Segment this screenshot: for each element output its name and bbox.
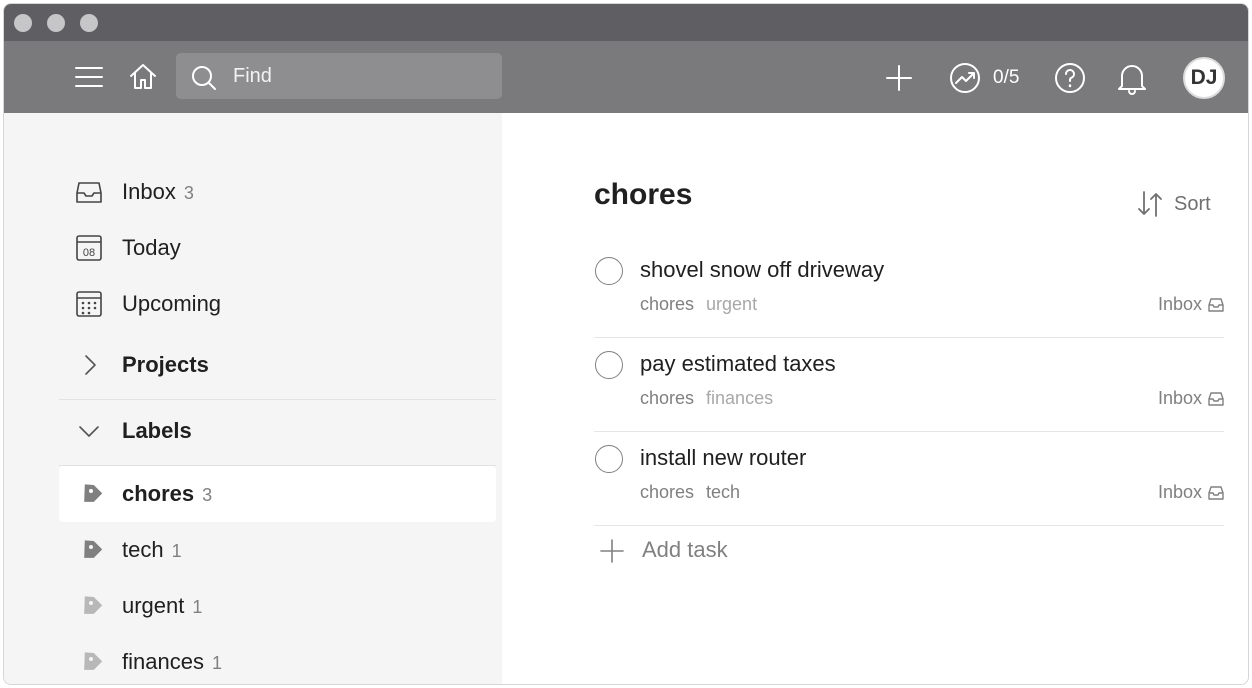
task-label[interactable]: chores — [640, 388, 694, 408]
sidebar-item-label-tech[interactable]: tech 1 — [59, 522, 496, 578]
sidebar-item-label: Today — [122, 235, 181, 260]
sidebar-item-count: 1 — [171, 541, 182, 561]
task-checkbox[interactable] — [595, 257, 623, 285]
task-label[interactable]: chores — [640, 294, 694, 314]
top-bar: Find 0/5 DJ — [4, 41, 1248, 113]
zoom-window-button[interactable] — [80, 14, 98, 32]
sidebar: Inbox 3 08 Today Upcoming Projects Labels… — [4, 113, 502, 684]
home-icon[interactable] — [127, 61, 159, 93]
label-tag-icon — [84, 540, 103, 558]
sidebar-item-count: 3 — [183, 183, 194, 203]
menu-icon[interactable] — [74, 63, 104, 91]
inbox-icon — [1208, 391, 1224, 406]
sidebar-section-projects[interactable]: Projects — [59, 337, 496, 393]
task-labels: chores tech — [640, 482, 752, 503]
inbox-icon — [1208, 485, 1224, 500]
minimize-window-button[interactable] — [47, 14, 65, 32]
sidebar-item-label: finances — [122, 649, 204, 674]
productivity-count[interactable]: 0/5 — [993, 67, 1019, 89]
task-content[interactable]: install new router — [640, 445, 806, 471]
productivity-icon[interactable] — [948, 61, 982, 95]
sidebar-item-upcoming[interactable]: Upcoming — [59, 276, 496, 332]
task-content[interactable]: shovel snow off driveway — [640, 257, 884, 283]
notifications-icon[interactable] — [1115, 60, 1149, 96]
sidebar-item-count: 1 — [211, 653, 222, 673]
label-tag-icon — [84, 596, 103, 614]
sidebar-item-label-finances[interactable]: finances 1 — [59, 634, 496, 684]
task-project[interactable]: Inbox — [1158, 482, 1224, 503]
task-labels: chores finances — [640, 388, 785, 409]
task-project[interactable]: Inbox — [1158, 388, 1224, 409]
task-checkbox[interactable] — [595, 445, 623, 473]
task-label[interactable]: chores — [640, 482, 694, 502]
search-icon — [192, 66, 216, 90]
sidebar-item-label: urgent — [122, 593, 185, 618]
plus-icon — [600, 539, 624, 563]
search-placeholder: Find — [233, 65, 272, 87]
task-project-label: Inbox — [1157, 388, 1202, 408]
task-labels: chores urgent — [640, 294, 769, 315]
inbox-icon — [76, 182, 102, 203]
task-project-label: Inbox — [1157, 482, 1202, 502]
calendar-today-icon: 08 — [76, 235, 102, 261]
sidebar-item-today[interactable]: 08 Today — [59, 220, 496, 276]
task-label[interactable]: finances — [706, 388, 773, 408]
sidebar-item-count: 1 — [192, 597, 203, 617]
sidebar-divider — [59, 399, 496, 400]
task-content[interactable]: pay estimated taxes — [640, 351, 836, 377]
task-row[interactable]: pay estimated taxes chores finances Inbox — [594, 338, 1224, 432]
sidebar-item-inbox[interactable]: Inbox 3 — [59, 164, 496, 220]
labels-heading: Labels — [122, 418, 192, 443]
label-tag-icon — [84, 484, 103, 502]
task-label[interactable]: urgent — [706, 294, 757, 314]
task-project[interactable]: Inbox — [1158, 294, 1224, 315]
search-input[interactable]: Find — [176, 53, 502, 99]
inbox-icon — [1208, 297, 1224, 312]
main-content: chores Sort shovel snow off driveway cho… — [502, 113, 1248, 684]
add-task-button[interactable]: Add task — [594, 529, 894, 569]
quick-add-icon[interactable] — [884, 63, 914, 93]
sidebar-item-count: 3 — [202, 485, 213, 505]
avatar[interactable]: DJ — [1183, 57, 1225, 99]
task-label[interactable]: tech — [706, 482, 740, 502]
sidebar-item-label: Upcoming — [122, 291, 222, 316]
calendar-grid-icon — [76, 291, 102, 317]
task-row[interactable]: install new router chores tech Inbox — [594, 432, 1224, 526]
help-icon[interactable] — [1053, 61, 1087, 95]
sort-label: Sort — [1174, 193, 1211, 215]
sidebar-item-label: Inbox — [122, 179, 176, 204]
page-title: chores — [594, 178, 693, 211]
sidebar-item-label: chores — [122, 481, 195, 506]
projects-heading: Projects — [122, 352, 209, 377]
task-checkbox[interactable] — [595, 351, 623, 379]
sidebar-item-label-urgent[interactable]: urgent 1 — [59, 578, 496, 634]
app-window: Find 0/5 DJ Inbox 3 08 Today Upcoming Pr… — [3, 3, 1249, 685]
chevron-right-icon — [85, 355, 96, 375]
sort-icon — [1138, 191, 1162, 217]
label-tag-icon — [84, 652, 103, 670]
task-row[interactable]: shovel snow off driveway chores urgent In… — [594, 244, 1224, 338]
window-titlebar — [4, 4, 1248, 41]
svg-text:08: 08 — [83, 247, 95, 259]
add-task-label: Add task — [642, 537, 728, 562]
sidebar-section-labels[interactable]: Labels — [59, 403, 496, 459]
chevron-down-icon — [79, 426, 99, 437]
close-window-button[interactable] — [14, 14, 32, 32]
sidebar-item-label: tech — [122, 537, 164, 562]
task-project-label: Inbox — [1157, 294, 1202, 314]
sidebar-item-label-chores[interactable]: chores 3 — [59, 466, 496, 522]
